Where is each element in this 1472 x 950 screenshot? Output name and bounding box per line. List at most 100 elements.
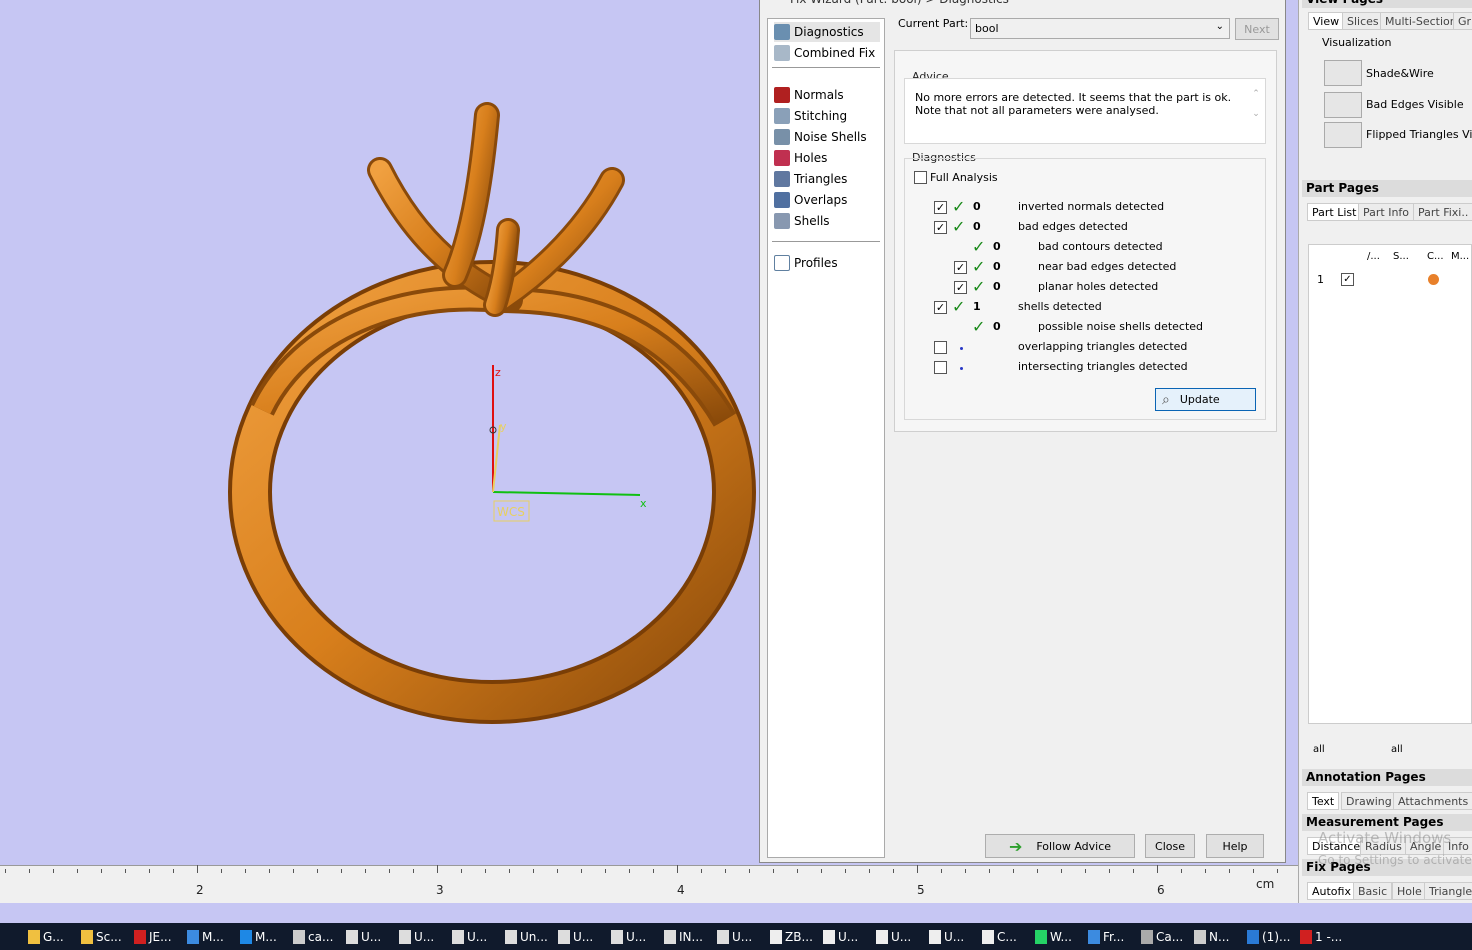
- row-count: 0: [973, 220, 981, 233]
- vis-label: Flipped Triangles Visibl: [1366, 128, 1472, 141]
- ruler-tick: [797, 869, 798, 873]
- taskbar-item[interactable]: U...: [876, 926, 911, 948]
- row-checkbox[interactable]: ✓: [954, 281, 967, 294]
- ring-model[interactable]: z x y WCS: [0, 0, 760, 865]
- tab-drawing[interactable]: Drawing: [1341, 792, 1397, 810]
- taskbar-item[interactable]: U...: [611, 926, 646, 948]
- app-icon: [399, 930, 411, 944]
- tab-text[interactable]: Text: [1307, 792, 1340, 810]
- ruler-label: 2: [196, 883, 204, 897]
- shade-wire-button[interactable]: [1324, 60, 1362, 86]
- taskbar-item[interactable]: M...: [240, 926, 277, 948]
- ruler-tick: [533, 869, 534, 873]
- taskbar-item[interactable]: U...: [346, 926, 381, 948]
- checkmark-icon: ✓: [972, 317, 986, 336]
- nav-triangles[interactable]: Triangles: [774, 169, 847, 189]
- nav-profiles[interactable]: Profiles: [774, 253, 838, 273]
- nav-diagnostics[interactable]: Diagnostics: [774, 22, 880, 42]
- taskbar-item[interactable]: N...: [1194, 926, 1229, 948]
- taskbar-item[interactable]: U...: [452, 926, 487, 948]
- nav-stitching[interactable]: Stitching: [774, 106, 847, 126]
- taskbar-item[interactable]: U...: [717, 926, 752, 948]
- follow-advice-button[interactable]: ➔ Follow Advice: [985, 834, 1135, 858]
- part-color-icon[interactable]: [1428, 274, 1439, 285]
- nav-shells[interactable]: Shells: [774, 211, 830, 231]
- row-checkbox[interactable]: [934, 361, 947, 374]
- ruler-label: 3: [436, 883, 444, 897]
- nav-noise-shells[interactable]: Noise Shells: [774, 127, 867, 147]
- row-checkbox[interactable]: ✓: [954, 261, 967, 274]
- nav-combined-fix[interactable]: Combined Fix: [774, 43, 875, 63]
- ruler-tick: [989, 869, 990, 873]
- nav-normals[interactable]: Normals: [774, 85, 844, 105]
- taskbar-item[interactable]: U...: [558, 926, 593, 948]
- full-analysis-checkbox[interactable]: [914, 171, 927, 184]
- taskbar-item[interactable]: JE...: [134, 926, 172, 948]
- taskbar-item[interactable]: (1)...: [1247, 926, 1290, 948]
- taskbar-item[interactable]: C...: [982, 926, 1017, 948]
- tab-part-list[interactable]: Part List: [1307, 203, 1362, 221]
- taskbar-item[interactable]: G...: [28, 926, 64, 948]
- taskbar-item[interactable]: Ca...: [1141, 926, 1183, 948]
- part-visible-checkbox[interactable]: ✓: [1341, 273, 1354, 286]
- tab-basic[interactable]: Basic: [1353, 882, 1393, 900]
- row-checkbox[interactable]: [934, 341, 947, 354]
- taskbar-item[interactable]: M...: [187, 926, 224, 948]
- tab-part-info[interactable]: Part Info: [1358, 203, 1415, 221]
- flipped-triangles-button[interactable]: [1324, 122, 1362, 148]
- taskbar-item[interactable]: ca...: [293, 926, 333, 948]
- update-button[interactable]: ⌕ Update: [1155, 388, 1256, 411]
- taskbar-item-label: Un...: [520, 930, 548, 944]
- tab-view[interactable]: View: [1308, 12, 1345, 30]
- app-icon: [1194, 930, 1206, 944]
- fix-wizard-dialog: Fix Wizard (Part: bool) > Diagnostics Di…: [759, 0, 1286, 863]
- tab-attachments[interactable]: Attachments: [1393, 792, 1472, 810]
- tab-hole[interactable]: Hole: [1392, 882, 1427, 900]
- taskbar-item[interactable]: U...: [823, 926, 858, 948]
- tab-part-fixing[interactable]: Part Fixi..: [1413, 203, 1472, 221]
- part-pages-header: Part Pages: [1302, 180, 1472, 197]
- tab-multi-section[interactable]: Multi-Section: [1380, 12, 1462, 30]
- ruler-tick: [1013, 869, 1014, 873]
- taskbar-item[interactable]: ZB...: [770, 926, 813, 948]
- row-checkbox[interactable]: ✓: [934, 201, 947, 214]
- taskbar-item[interactable]: Sc...: [81, 926, 122, 948]
- annotation-pages-header: Annotation Pages: [1302, 769, 1472, 786]
- advice-scrollbar[interactable]: ⌃ ⌄: [1249, 89, 1263, 137]
- taskbar-item-label: Ca...: [1156, 930, 1184, 944]
- ruler-tick: [845, 869, 846, 873]
- tab-autofix[interactable]: Autofix: [1307, 882, 1356, 900]
- taskbar-item-label: U...: [838, 930, 859, 944]
- bad-edges-button[interactable]: [1324, 92, 1362, 118]
- close-button[interactable]: Close: [1145, 834, 1195, 858]
- row-checkbox[interactable]: ✓: [934, 301, 947, 314]
- current-part-select[interactable]: bool ⌄: [970, 18, 1230, 39]
- taskbar-item[interactable]: Un...: [505, 926, 548, 948]
- tab-slices[interactable]: Slices: [1342, 12, 1384, 30]
- row-checkbox[interactable]: ✓: [934, 221, 947, 234]
- ruler-tick: [773, 869, 774, 873]
- taskbar-item[interactable]: Fr...: [1088, 926, 1124, 948]
- taskbar-item[interactable]: W...: [1035, 926, 1072, 948]
- tab-grid[interactable]: Gri: [1453, 12, 1472, 30]
- column-header: /...: [1367, 251, 1380, 262]
- taskbar-item[interactable]: IN...: [664, 926, 703, 948]
- row-label: inverted normals detected: [1018, 200, 1165, 213]
- taskbar-item[interactable]: U...: [399, 926, 434, 948]
- app-icon: [28, 930, 40, 944]
- taskbar-item[interactable]: 1 -...: [1300, 926, 1342, 948]
- next-button[interactable]: Next: [1235, 18, 1279, 40]
- taskbar-item[interactable]: U...: [929, 926, 964, 948]
- select-all-label[interactable]: all: [1313, 744, 1325, 755]
- tab-triangle[interactable]: Triangle: [1424, 882, 1472, 900]
- nav-overlaps[interactable]: Overlaps: [774, 190, 847, 210]
- app-icon: [1088, 930, 1100, 944]
- overlaps-icon: [774, 192, 790, 208]
- box-icon: [774, 45, 790, 61]
- nav-holes[interactable]: Holes: [774, 148, 827, 168]
- row-label: planar holes detected: [1038, 280, 1159, 293]
- ruler-tick: [197, 865, 198, 873]
- select-all-label[interactable]: all: [1391, 744, 1403, 755]
- help-button[interactable]: Help: [1206, 834, 1264, 858]
- wizard-nav-pane: Diagnostics Combined Fix Normals Stitchi…: [767, 18, 885, 858]
